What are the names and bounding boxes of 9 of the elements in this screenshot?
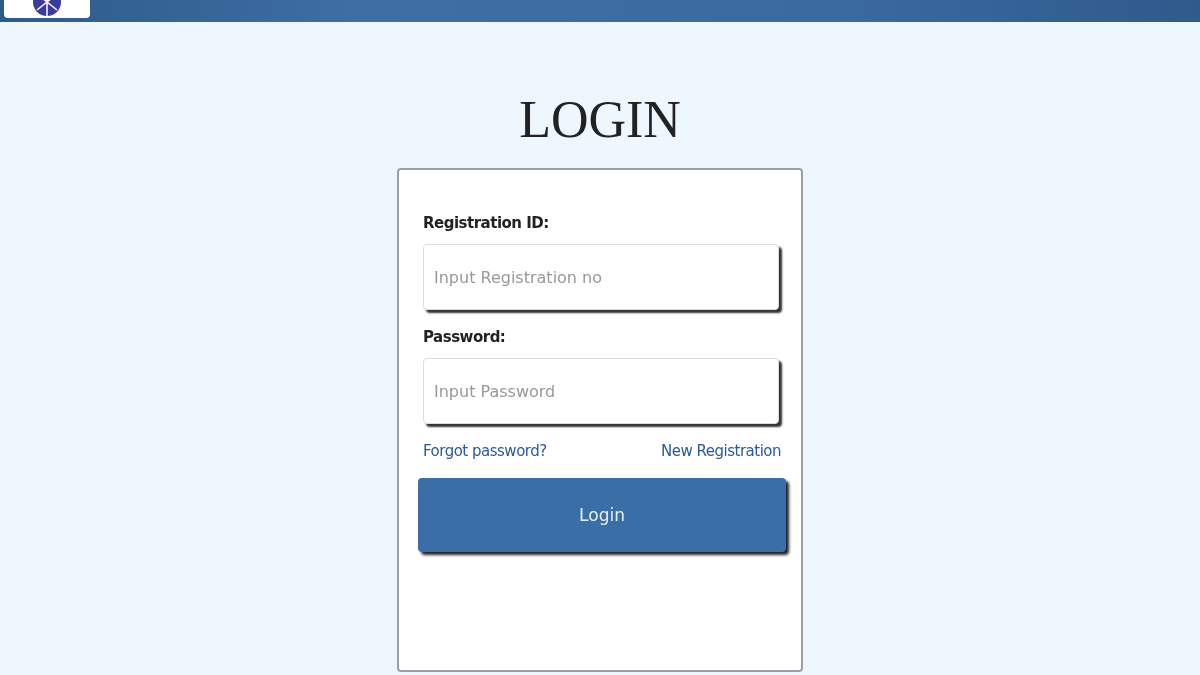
registration-link[interactable]: New Registration [661,442,781,460]
input-field[interactable]: Input Registration no [423,244,779,310]
input-field[interactable]: Input Password [423,358,779,424]
login-button[interactable]: Login [418,478,786,552]
field-label: Registration ID: [423,214,550,232]
field-label: Password: [423,328,507,346]
page-title: LOGIN [519,90,681,150]
logo-icon [4,0,90,18]
forgot-password-link[interactable]: Forgot password? [423,442,547,460]
